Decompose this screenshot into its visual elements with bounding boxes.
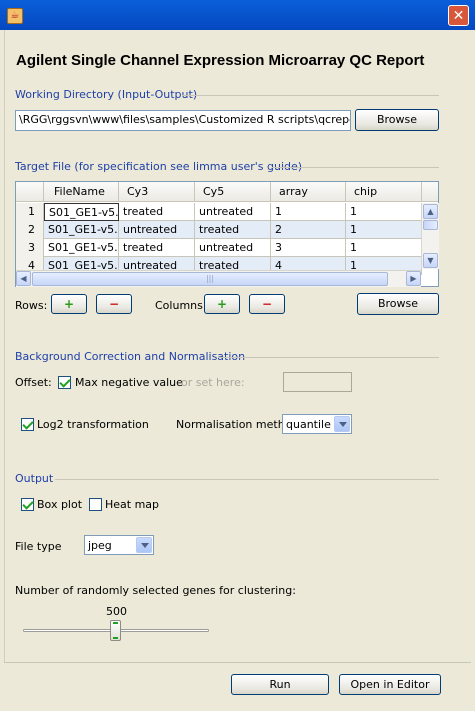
heat-map-checkbox[interactable] bbox=[89, 498, 102, 511]
chevron-down-icon[interactable] bbox=[334, 416, 350, 432]
heat-map-label: Heat map bbox=[105, 498, 160, 511]
table-cell[interactable]: S01_GE1-v5... bbox=[44, 239, 119, 257]
target-file-heading: Target File (for specification see limma… bbox=[15, 160, 303, 173]
genes-value: 500 bbox=[106, 605, 127, 618]
genes-slider-thumb[interactable] bbox=[110, 620, 121, 641]
browse-target-button[interactable]: Browse bbox=[357, 293, 439, 315]
divider bbox=[55, 479, 439, 480]
java-cup-icon: ☕ bbox=[7, 8, 23, 24]
column-header-filename[interactable]: FileName bbox=[44, 182, 119, 201]
table-row[interactable]: 3 S01_GE1-v5... treated untreated 3 1 bbox=[16, 239, 422, 257]
file-type-select[interactable]: jpeg bbox=[84, 535, 154, 555]
file-type-value: jpeg bbox=[88, 539, 112, 552]
rows-label: Rows: bbox=[15, 299, 48, 312]
or-set-label: or set here: bbox=[181, 376, 245, 389]
scroll-down-icon[interactable]: ▼ bbox=[423, 253, 438, 268]
add-column-button[interactable]: + bbox=[204, 294, 240, 314]
add-row-button[interactable]: + bbox=[51, 294, 87, 314]
box-plot-label: Box plot bbox=[37, 498, 83, 511]
scroll-left-icon[interactable]: ◀ bbox=[16, 271, 31, 286]
file-type-label: File type bbox=[15, 540, 62, 553]
normalisation-label: Normalisation method bbox=[176, 418, 299, 431]
log2-label: Log2 transformation bbox=[37, 418, 149, 431]
column-header-index bbox=[16, 182, 44, 201]
table-cell[interactable]: 1 bbox=[271, 203, 346, 221]
table-cell[interactable]: untreated bbox=[119, 221, 195, 239]
remove-column-button[interactable]: − bbox=[249, 294, 285, 314]
plus-icon: + bbox=[63, 297, 75, 311]
offset-input[interactable] bbox=[283, 372, 352, 392]
scroll-right-icon[interactable]: ▶ bbox=[406, 271, 421, 286]
log2-checkbox[interactable] bbox=[21, 418, 34, 431]
table-cell[interactable]: S01_GE1-v5... bbox=[44, 203, 119, 221]
plus-icon: + bbox=[216, 297, 228, 311]
table-header: FileName Cy3 Cy5 array chip bbox=[16, 182, 438, 202]
open-in-editor-button[interactable]: Open in Editor bbox=[339, 674, 441, 695]
column-header-chip[interactable]: chip bbox=[346, 182, 422, 201]
table-cell[interactable]: 1 bbox=[346, 221, 422, 239]
table-cell[interactable]: 1 bbox=[346, 203, 422, 221]
column-header-cy5[interactable]: Cy5 bbox=[195, 182, 271, 201]
table-row[interactable]: 1 S01_GE1-v5... treated untreated 1 1 bbox=[16, 203, 422, 221]
table-cell[interactable]: 1 bbox=[346, 239, 422, 257]
table-cell[interactable]: treated bbox=[119, 203, 195, 221]
table-cell[interactable]: 2 bbox=[271, 221, 346, 239]
close-button[interactable]: ✕ bbox=[448, 5, 469, 26]
scroll-thumb[interactable]: ||| bbox=[32, 272, 388, 286]
output-heading: Output bbox=[15, 472, 54, 485]
row-number: 1 bbox=[16, 203, 44, 221]
max-negative-label: Max negative value bbox=[75, 376, 183, 389]
divider bbox=[218, 357, 439, 358]
row-number: 3 bbox=[16, 239, 44, 257]
divider bbox=[182, 95, 439, 96]
horizontal-scrollbar[interactable]: ◀ ||| ▶ bbox=[16, 270, 421, 287]
working-directory-heading: Working Directory (Input-Output) bbox=[15, 88, 198, 101]
box-plot-checkbox[interactable] bbox=[21, 498, 34, 511]
column-header-cy3[interactable]: Cy3 bbox=[119, 182, 195, 201]
page-title: Agilent Single Channel Expression Microa… bbox=[16, 52, 425, 69]
table-cell[interactable]: S01_GE1-v5... bbox=[44, 221, 119, 239]
remove-row-button[interactable]: − bbox=[96, 294, 132, 314]
divider bbox=[4, 662, 471, 663]
normalisation-select[interactable]: quantile bbox=[282, 414, 352, 434]
working-directory-field[interactable]: \RGG\rggsvn\www\files\samples\Customized… bbox=[15, 110, 351, 131]
browse-directory-button[interactable]: Browse bbox=[355, 109, 439, 131]
normalisation-value: quantile bbox=[286, 418, 331, 431]
chevron-down-icon[interactable] bbox=[136, 537, 152, 553]
run-button[interactable]: Run bbox=[231, 674, 329, 695]
background-heading: Background Correction and Normalisation bbox=[15, 350, 246, 363]
table-cell[interactable]: untreated bbox=[195, 203, 271, 221]
scroll-thumb[interactable] bbox=[423, 220, 438, 230]
vertical-scrollbar[interactable]: ▲ ▼ bbox=[421, 203, 439, 269]
minus-icon: − bbox=[108, 297, 120, 311]
table-cell[interactable]: untreated bbox=[195, 239, 271, 257]
row-number: 2 bbox=[16, 221, 44, 239]
scroll-up-icon[interactable]: ▲ bbox=[423, 204, 438, 219]
table-row[interactable]: 2 S01_GE1-v5... untreated treated 2 1 bbox=[16, 221, 422, 239]
table-cell[interactable]: treated bbox=[119, 239, 195, 257]
offset-label: Offset: bbox=[15, 376, 52, 389]
divider bbox=[272, 167, 439, 168]
minus-icon: − bbox=[261, 297, 273, 311]
column-header-array[interactable]: array bbox=[271, 182, 346, 201]
title-bar[interactable] bbox=[0, 0, 475, 30]
columns-label: Columns: bbox=[155, 299, 207, 312]
table-cell[interactable]: treated bbox=[195, 221, 271, 239]
genes-label: Number of randomly selected genes for cl… bbox=[15, 584, 296, 597]
max-negative-checkbox[interactable] bbox=[58, 376, 71, 389]
table-cell[interactable]: 3 bbox=[271, 239, 346, 257]
